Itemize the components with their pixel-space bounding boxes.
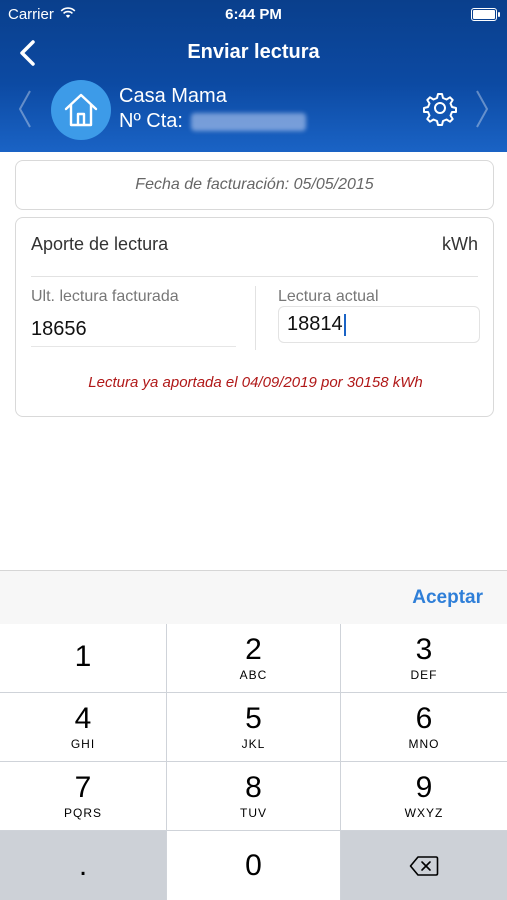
key-letters: JKL	[241, 737, 266, 751]
current-reading-value: 18814	[287, 313, 343, 335]
key-digit: 3	[415, 633, 433, 666]
text-cursor	[343, 313, 346, 336]
account-number: Nº Cta:	[119, 110, 306, 133]
billing-date-card: Fecha de facturación: 05/05/2015	[15, 160, 494, 210]
gear-icon	[423, 93, 457, 126]
key-letters: TUV	[240, 806, 267, 820]
current-reading-input[interactable]: 18814	[278, 306, 480, 343]
key-decimal[interactable]: .	[0, 831, 166, 900]
key-6[interactable]: 6 MNO	[341, 693, 507, 761]
reading-section-title: Aporte de lectura	[31, 234, 169, 254]
account-number-label: Nº Cta:	[119, 110, 183, 132]
unit-label: kWh	[442, 234, 478, 254]
previous-account-button[interactable]	[14, 88, 36, 130]
divider-vertical	[255, 286, 256, 350]
house-icon	[64, 93, 98, 127]
key-digit: 4	[74, 702, 92, 735]
key-digit: 9	[415, 771, 433, 804]
key-digit: 0	[245, 848, 262, 882]
account-name: Casa Mama	[119, 85, 227, 107]
last-reading-label: Ult. lectura facturada	[31, 288, 179, 305]
status-bar: Carrier 6:44 PM	[0, 0, 507, 28]
home-avatar	[51, 80, 111, 140]
delete-key[interactable]	[341, 831, 507, 900]
key-digit: 1	[74, 640, 92, 673]
next-account-button[interactable]	[471, 88, 493, 130]
battery-icon	[471, 8, 500, 21]
settings-button[interactable]	[422, 90, 458, 126]
account-number-redacted	[190, 112, 306, 131]
account-selector: Casa Mama Nº Cta:	[0, 78, 507, 152]
key-digit: 2	[245, 633, 262, 666]
warning-message: Lectura ya aportada el 04/09/2019 por 30…	[88, 374, 423, 391]
key-letters: DEF	[410, 668, 438, 682]
page-title: Enviar lectura	[187, 41, 320, 63]
key-letters: GHI	[70, 737, 96, 751]
keyboard-toolbar: Aceptar	[0, 570, 507, 624]
key-9[interactable]: 9 WXYZ	[341, 762, 507, 830]
chevron-right-icon	[476, 90, 489, 128]
key-2[interactable]: 2 ABC	[167, 624, 340, 692]
status-time: 6:44 PM	[225, 6, 282, 23]
key-digit: 8	[245, 771, 262, 804]
key-digit: 7	[74, 771, 92, 804]
billing-date-text: Fecha de facturación: 05/05/2015	[135, 176, 374, 193]
key-0[interactable]: 0	[167, 831, 340, 900]
last-reading-value: 18656	[31, 318, 87, 340]
key-letters: ABC	[239, 668, 268, 682]
current-reading-label: Lectura actual	[278, 288, 379, 305]
key-3[interactable]: 3 DEF	[341, 624, 507, 692]
backspace-icon	[409, 855, 439, 876]
last-reading-underline	[31, 346, 236, 347]
chevron-left-icon	[18, 90, 31, 128]
key-digit: 6	[415, 702, 433, 735]
key-1[interactable]: 1	[0, 624, 166, 692]
key-digit: 5	[245, 702, 262, 735]
key-letters: PQRS	[63, 806, 102, 820]
numeric-keypad: 1 2 ABC 3 DEF 4 GHI 5 JKL 6 MNO 7 PQRS 8 TUV 9 W…	[0, 624, 507, 900]
reading-card: Aporte de lectura kWh Ult. lectura factu…	[15, 217, 494, 417]
key-8[interactable]: 8 TUV	[167, 762, 340, 830]
nav-bar: Enviar lectura	[0, 28, 507, 78]
key-4[interactable]: 4 GHI	[0, 693, 166, 761]
key-5[interactable]: 5 JKL	[167, 693, 340, 761]
divider	[31, 276, 478, 277]
key-digit: .	[78, 848, 88, 882]
header: Carrier 6:44 PM Enviar lectura Casa Mama…	[0, 0, 507, 152]
key-7[interactable]: 7 PQRS	[0, 762, 166, 830]
key-letters: MNO	[408, 737, 440, 751]
key-letters: WXYZ	[404, 806, 444, 820]
accept-button[interactable]: Aceptar	[412, 587, 483, 609]
